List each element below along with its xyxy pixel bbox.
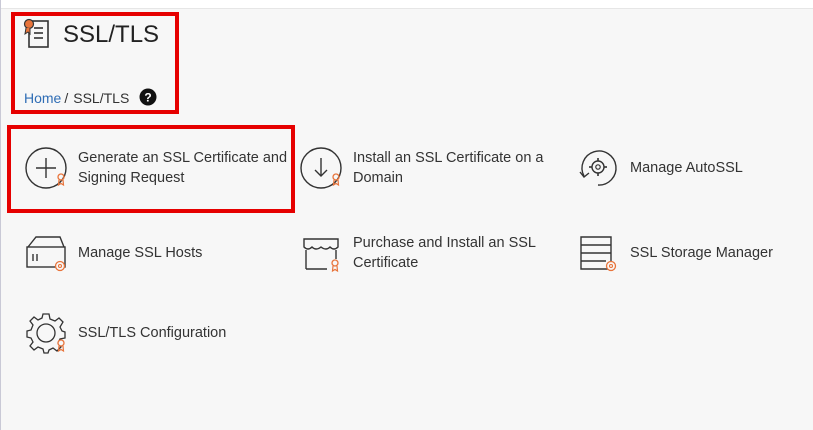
gear-ribbon-icon [26,313,66,354]
feature-manage-ssl-hosts[interactable]: Manage SSL Hosts [24,231,202,275]
top-bar [0,0,813,9]
storage-gear-icon [580,236,617,272]
feature-install-ssl-certificate[interactable]: Install an SSL Certificate on a Domain [299,146,553,190]
feature-label: Purchase and Install an SSL Certificate [353,235,536,271]
feature-manage-autossl[interactable]: Manage AutoSSL [576,146,743,190]
download-circle-icon [300,147,342,189]
storefront-ribbon-icon [303,238,339,273]
highlight-box-generate [7,125,295,213]
feature-ssl-storage-manager[interactable]: SSL Storage Manager [576,231,773,275]
feature-purchase-install-ssl[interactable]: Purchase and Install an SSL Certificate [299,231,553,275]
feature-label: Manage AutoSSL [630,160,743,176]
left-border [0,0,1,430]
feature-label: Manage SSL Hosts [78,245,203,261]
feature-label: SSL Storage Manager [630,245,773,261]
server-gear-icon [26,236,66,272]
refresh-gear-icon [579,150,617,186]
feature-label: Install an SSL Certificate on a Domain [353,150,544,186]
feature-ssl-tls-configuration[interactable]: SSL/TLS Configuration [24,311,226,355]
feature-label: SSL/TLS Configuration [78,325,227,341]
highlight-box-header [11,12,179,114]
